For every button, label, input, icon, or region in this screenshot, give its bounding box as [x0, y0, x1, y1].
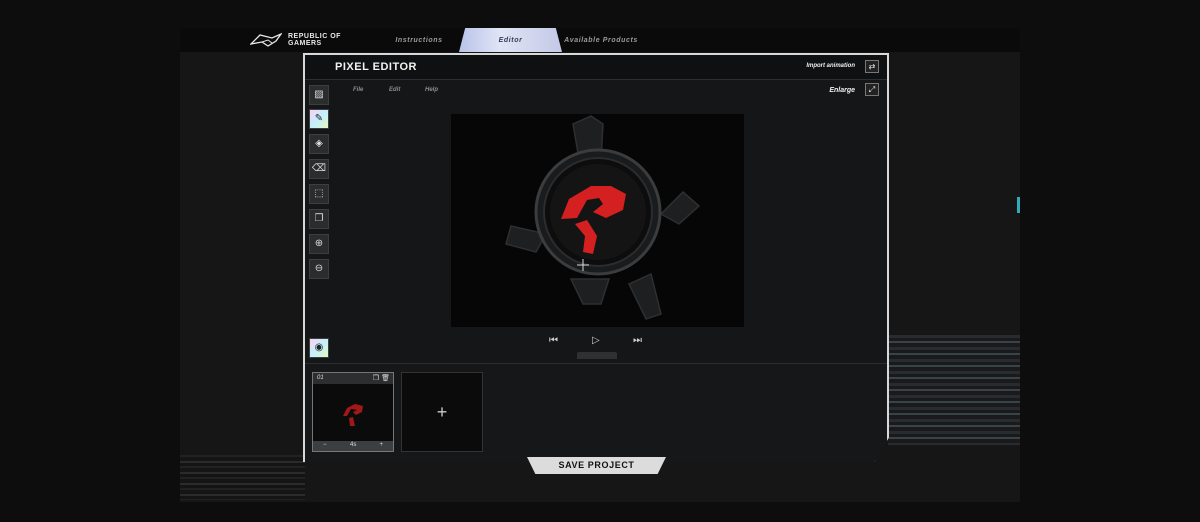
- enlarge-label[interactable]: Enlarge: [829, 87, 855, 94]
- fill-icon: ◈: [315, 138, 323, 149]
- tool-sidebar: ▨ ✎ ◈ ⌫ ⬚ ❐ ⊕ ⊖ ◉: [309, 83, 331, 363]
- scroll-indicator: [1017, 197, 1020, 213]
- import-animation-label[interactable]: Import animation: [806, 63, 855, 69]
- zoom-out-icon: ⊖: [314, 263, 324, 274]
- next-frame-button[interactable]: ⏭: [633, 335, 642, 346]
- import-animation-button[interactable]: ⇄: [865, 60, 879, 73]
- zoom-in-icon: ⊕: [314, 238, 324, 249]
- select-icon: ⬚: [314, 188, 324, 199]
- eraser-icon: ⌫: [311, 163, 327, 174]
- copy-tool-button[interactable]: ❐: [309, 209, 329, 229]
- select-tool-button[interactable]: ⬚: [309, 184, 329, 204]
- eye-icon: ◉: [314, 342, 324, 353]
- skip-forward-icon: ⏭: [633, 335, 642, 346]
- tab-available-products[interactable]: Available Products: [562, 28, 640, 52]
- pencil-tool-button[interactable]: ✎: [309, 109, 329, 129]
- cooler-pump-preview: [505, 115, 701, 320]
- rog-logo[interactable]: REPUBLIC OF GAMERS: [250, 30, 341, 50]
- previous-frame-button[interactable]: ⏮: [549, 335, 558, 346]
- frame-card[interactable]: 01 ❐ 🗑 − 4s +: [312, 372, 394, 452]
- rog-eye-icon: [250, 32, 282, 47]
- zoom-in-button[interactable]: ⊕: [309, 234, 329, 254]
- skip-back-icon: ⏮: [549, 335, 558, 346]
- increase-duration-button[interactable]: +: [379, 442, 383, 448]
- tab-instructions[interactable]: Instructions: [380, 28, 458, 52]
- frame-thumbnail: [343, 404, 363, 426]
- zoom-out-button[interactable]: ⊖: [309, 259, 329, 279]
- enlarge-button[interactable]: ⤢: [865, 83, 879, 96]
- logo-text-line1: REPUBLIC OF: [288, 33, 341, 40]
- delete-frame-icon[interactable]: 🗑: [381, 374, 390, 382]
- duplicate-frame-icon[interactable]: ❐: [373, 374, 379, 382]
- copy-icon: ❐: [314, 213, 324, 224]
- timeline-drawer-handle[interactable]: [577, 352, 617, 359]
- swap-icon: ⇄: [868, 62, 876, 71]
- tab-editor[interactable]: Editor: [459, 28, 562, 52]
- save-project-button[interactable]: SAVE PROJECT: [527, 457, 666, 474]
- play-icon: ▷: [592, 335, 600, 346]
- decrease-duration-button[interactable]: −: [323, 442, 327, 448]
- pixel-canvas[interactable]: [451, 114, 744, 327]
- expand-icon: ⤢: [868, 85, 876, 94]
- plus-icon: +: [436, 401, 448, 422]
- fill-tool-button[interactable]: ◈: [309, 134, 329, 154]
- menu-file[interactable]: File: [353, 87, 363, 93]
- play-button[interactable]: ▷: [592, 335, 600, 346]
- image-tool-button[interactable]: ▨: [309, 85, 329, 105]
- pencil-icon: ✎: [314, 113, 324, 124]
- frame-number: 01: [317, 375, 324, 381]
- panel-header: PIXEL EDITOR Import animation ⇄: [305, 55, 887, 80]
- add-frame-button[interactable]: +: [401, 372, 483, 452]
- menu-edit[interactable]: Edit: [389, 87, 400, 93]
- frame-duration-bar: − 4s +: [313, 441, 393, 451]
- frame-header: 01 ❐ 🗑: [313, 373, 393, 384]
- eraser-tool-button[interactable]: ⌫: [309, 159, 329, 179]
- preview-toggle-button[interactable]: ◉: [309, 338, 329, 358]
- image-icon: ▨: [314, 89, 324, 100]
- menu-help[interactable]: Help: [425, 87, 438, 93]
- glitch-decoration: [180, 455, 305, 500]
- pixel-editor-panel: PIXEL EDITOR Import animation ⇄ ▨ ✎ ◈ ⌫ …: [303, 53, 889, 462]
- logo-text-line2: GAMERS: [288, 40, 322, 47]
- frame-timeline: 01 ❐ 🗑 − 4s + +: [305, 363, 887, 462]
- glitch-decoration: [888, 335, 1020, 445]
- page-title: PIXEL EDITOR: [335, 61, 418, 73]
- frame-duration: 4s: [350, 442, 357, 448]
